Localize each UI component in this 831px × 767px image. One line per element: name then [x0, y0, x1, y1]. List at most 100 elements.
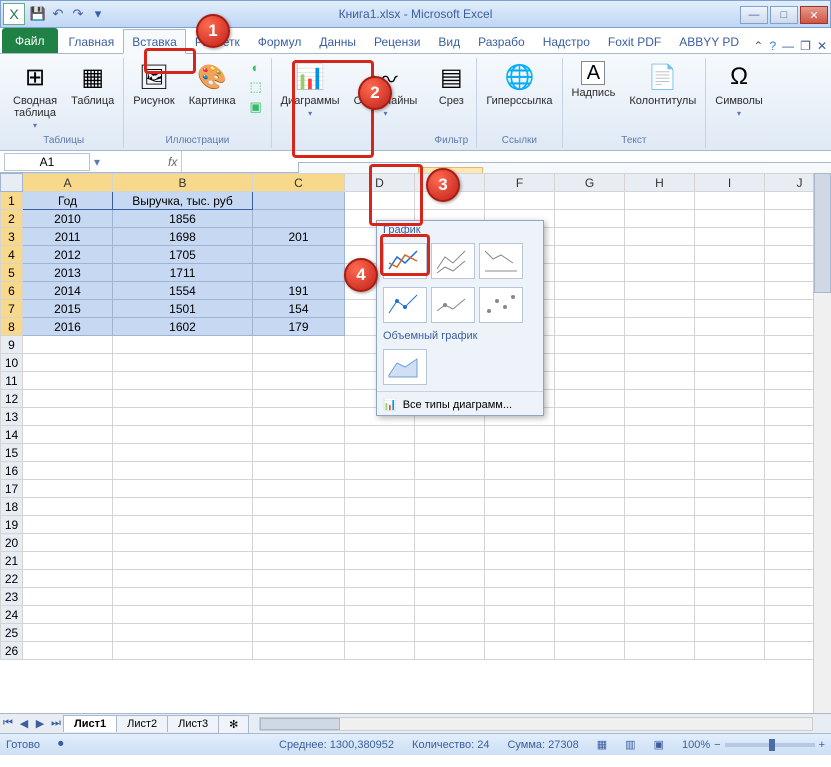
col-header-I[interactable]: I [695, 174, 765, 192]
line-chart-type-4[interactable] [383, 287, 427, 323]
tab-home[interactable]: Главная [60, 29, 124, 53]
line-chart-3d-type[interactable] [383, 349, 427, 385]
pivot-table-button[interactable]: ⊞ Сводная таблица ▾ [10, 58, 60, 133]
cell-C8[interactable]: 179 [253, 318, 345, 336]
hyperlink-button[interactable]: 🌐 Гиперссылка [483, 58, 555, 110]
view-pagelayout-icon[interactable]: ▥ [625, 738, 635, 751]
tab-foxit[interactable]: Foxit PDF [599, 29, 670, 53]
row-header-12[interactable]: 12 [1, 390, 23, 408]
clipart-button[interactable]: 🎨 Картинка [186, 58, 239, 110]
zoom-out-icon[interactable]: − [714, 739, 720, 751]
tab-file[interactable]: Файл [2, 28, 58, 53]
col-header-A[interactable]: A [23, 174, 113, 192]
cell-A8[interactable]: 2016 [23, 318, 113, 336]
workbook-minimize-icon[interactable]: — [782, 39, 794, 53]
row-header-16[interactable]: 16 [1, 462, 23, 480]
table-button[interactable]: ▦ Таблица [68, 58, 117, 110]
cell-C3[interactable]: 201 [253, 228, 345, 246]
save-icon[interactable]: 💾 [29, 5, 47, 23]
col-header-B[interactable]: B [113, 174, 253, 192]
cell-B4[interactable]: 1705 [113, 246, 253, 264]
sheet-nav-prev[interactable]: ◀ [16, 717, 32, 730]
cell-A7[interactable]: 2015 [23, 300, 113, 318]
col-header-C[interactable]: C [253, 174, 345, 192]
tab-insert[interactable]: Вставка [123, 29, 186, 54]
col-header-D[interactable]: D [345, 174, 415, 192]
new-sheet-button[interactable]: ✻ [218, 715, 249, 733]
row-header-17[interactable]: 17 [1, 480, 23, 498]
col-header-G[interactable]: G [555, 174, 625, 192]
sheet-nav-next[interactable]: ▶ [32, 717, 48, 730]
cell-A1[interactable]: Год [23, 192, 113, 210]
cell-B8[interactable]: 1602 [113, 318, 253, 336]
sheet-tab-1[interactable]: Лист1 [63, 715, 117, 732]
sheet-nav-first[interactable]: ⏮ [0, 717, 16, 730]
cell-A5[interactable]: 2013 [23, 264, 113, 282]
col-header-F[interactable]: F [485, 174, 555, 192]
picture-button[interactable]: 🖼 Рисунок [130, 58, 178, 110]
row-header-21[interactable]: 21 [1, 552, 23, 570]
ribbon-minimize-icon[interactable]: ⌃ [753, 39, 763, 53]
tab-review[interactable]: Рецензи [365, 29, 429, 53]
cell-B2[interactable]: 1856 [113, 210, 253, 228]
sheet-tab-2[interactable]: Лист2 [116, 715, 168, 732]
vertical-scrollbar[interactable] [813, 173, 831, 713]
tab-developer[interactable]: Разрабо [469, 29, 534, 53]
cell-B5[interactable]: 1711 [113, 264, 253, 282]
qat-more-icon[interactable]: ▾ [89, 5, 107, 23]
select-all-corner[interactable] [1, 174, 23, 192]
close-button[interactable]: ✕ [800, 6, 828, 24]
redo-icon[interactable]: ↷ [69, 5, 87, 23]
cell-B7[interactable]: 1501 [113, 300, 253, 318]
line-chart-type-2[interactable] [431, 243, 475, 279]
cell-C1[interactable] [253, 192, 345, 210]
row-header-26[interactable]: 26 [1, 642, 23, 660]
screenshot-icon[interactable]: ▣ [247, 98, 265, 116]
row-header-10[interactable]: 10 [1, 354, 23, 372]
smartart-icon[interactable]: ⬚ [247, 78, 265, 96]
sheet-tab-3[interactable]: Лист3 [167, 715, 219, 732]
maximize-button[interactable]: □ [770, 6, 798, 24]
cell-A2[interactable]: 2010 [23, 210, 113, 228]
row-header-15[interactable]: 15 [1, 444, 23, 462]
all-chart-types-item[interactable]: 📊 Все типы диаграмм... [377, 394, 543, 415]
sheet-nav-last[interactable]: ⏭ [48, 717, 64, 730]
header-footer-button[interactable]: 📄 Колонтитулы [626, 58, 699, 110]
tab-abbyy[interactable]: ABBYY PD [670, 29, 748, 53]
vertical-scroll-thumb[interactable] [814, 173, 831, 293]
cell-B1[interactable]: Выручка, тыс. руб [113, 192, 253, 210]
undo-icon[interactable]: ↶ [49, 5, 67, 23]
row-header-3[interactable]: 3 [1, 228, 23, 246]
name-box-dropdown-icon[interactable]: ▾ [94, 155, 100, 169]
view-pagebreak-icon[interactable]: ▣ [654, 738, 664, 751]
cell-B3[interactable]: 1698 [113, 228, 253, 246]
fx-icon[interactable]: fx [168, 155, 177, 169]
tab-formulas[interactable]: Формул [249, 29, 311, 53]
zoom-slider[interactable] [725, 743, 815, 747]
minimize-button[interactable]: — [740, 6, 768, 24]
row-header-11[interactable]: 11 [1, 372, 23, 390]
workbook-restore-icon[interactable]: ❐ [800, 39, 811, 53]
cell-B6[interactable]: 1554 [113, 282, 253, 300]
zoom-in-icon[interactable]: + [819, 739, 825, 751]
row-header-24[interactable]: 24 [1, 606, 23, 624]
symbols-button[interactable]: Ω Символы ▾ [712, 58, 766, 121]
system-menu-icon[interactable]: X [3, 3, 25, 25]
cell-A3[interactable]: 2011 [23, 228, 113, 246]
row-header-20[interactable]: 20 [1, 534, 23, 552]
zoom-level[interactable]: 100% [682, 739, 710, 751]
horizontal-scroll-thumb[interactable] [260, 718, 340, 730]
line-chart-type-6[interactable] [479, 287, 523, 323]
help-icon[interactable]: ? [769, 39, 776, 53]
row-header-14[interactable]: 14 [1, 426, 23, 444]
cell-C4[interactable] [253, 246, 345, 264]
row-header-8[interactable]: 8 [1, 318, 23, 336]
cell-C5[interactable] [253, 264, 345, 282]
cell-C7[interactable]: 154 [253, 300, 345, 318]
charts-button[interactable]: 📊 Диаграммы ▾ [278, 58, 343, 121]
line-chart-type-5[interactable] [431, 287, 475, 323]
row-header-6[interactable]: 6 [1, 282, 23, 300]
workbook-close-icon[interactable]: ✕ [817, 39, 827, 53]
row-header-19[interactable]: 19 [1, 516, 23, 534]
slicer-button[interactable]: ▤ Срез [432, 58, 470, 110]
